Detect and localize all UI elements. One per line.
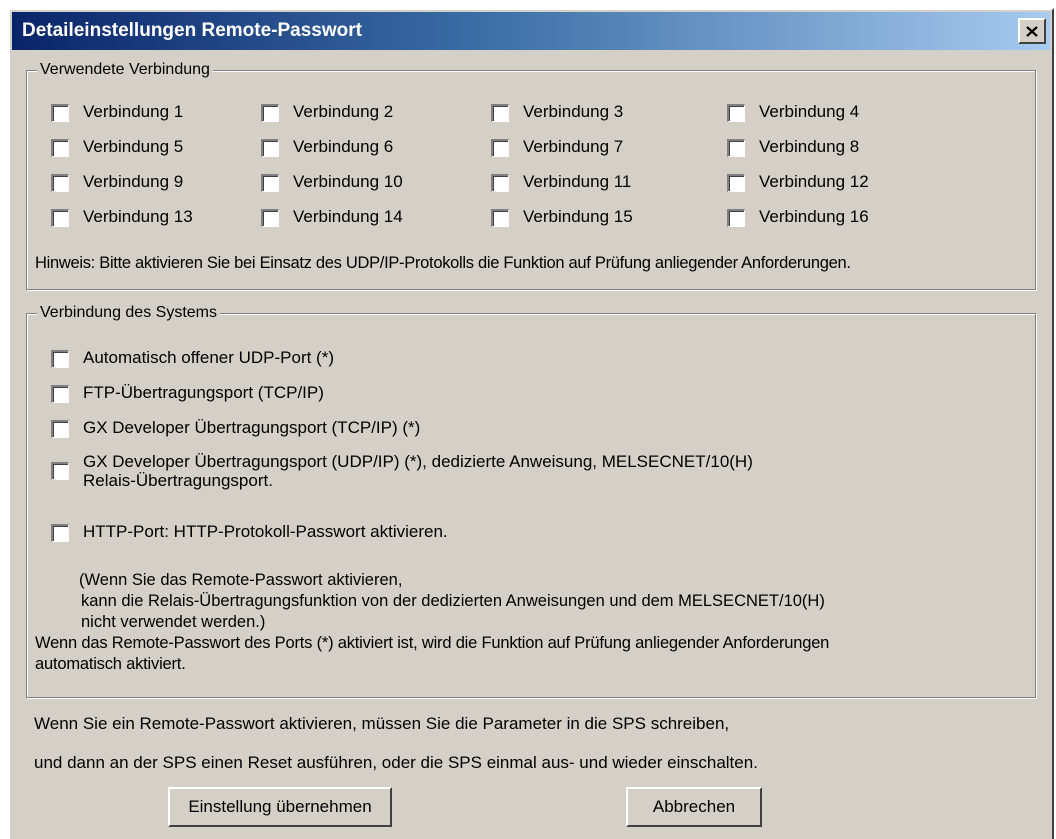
checkbox-verbindung-11[interactable]: Verbindung 11	[491, 171, 631, 193]
checkbox-label: GX Developer Übertragungsport (TCP/IP) (…	[83, 418, 421, 437]
relay-note-line: kann die Relais-Übertragungsfunktion von…	[81, 592, 825, 610]
checkbox-ftp-port[interactable]: FTP-Übertragungsport (TCP/IP)	[51, 382, 324, 404]
auto-activation-note-line: Wenn das Remote-Passwort des Ports (*) a…	[35, 634, 830, 652]
checkbox-label: Verbindung 10	[293, 172, 403, 191]
checkbox-box[interactable]	[491, 104, 509, 122]
checkbox-udp-port[interactable]: Automatisch offener UDP-Port (*)	[51, 347, 334, 369]
system-group-legend: Verbindung des Systems	[37, 302, 220, 324]
checkbox-box[interactable]	[51, 350, 69, 368]
checkbox-verbindung-16[interactable]: Verbindung 16	[727, 206, 869, 228]
checkbox-label: Verbindung 4	[759, 102, 860, 121]
checkbox-label: Verbindung 15	[523, 207, 633, 226]
checkbox-label: Verbindung 16	[759, 207, 869, 226]
checkbox-label: Verbindung 8	[759, 137, 860, 156]
checkbox-box[interactable]	[727, 174, 745, 192]
checkbox-label: Verbindung 2	[293, 102, 394, 121]
checkbox-verbindung-12[interactable]: Verbindung 12	[727, 171, 869, 193]
checkbox-label-line-2: Relais-Übertragungsport.	[83, 471, 273, 490]
close-icon	[1026, 25, 1038, 37]
checkbox-verbindung-15[interactable]: Verbindung 15	[491, 206, 633, 228]
checkbox-verbindung-8[interactable]: Verbindung 8	[727, 136, 859, 158]
auto-activation-note-line: automatisch aktiviert.	[35, 655, 186, 673]
checkbox-box[interactable]	[727, 104, 745, 122]
checkbox-verbindung-6[interactable]: Verbindung 6	[261, 136, 393, 158]
checkbox-label: FTP-Übertragungsport (TCP/IP)	[83, 383, 324, 402]
checkbox-http-port[interactable]: HTTP-Port: HTTP-Protokoll-Passwort aktiv…	[51, 521, 448, 543]
checkbox-label: GX Developer Übertragungsport (UDP/IP) (…	[83, 452, 753, 490]
dialog-window: Detaileinstellungen Remote-Passwort Verw…	[8, 8, 1054, 839]
checkbox-verbindung-2[interactable]: Verbindung 2	[261, 101, 393, 123]
relay-note-line: (Wenn Sie das Remote-Passwort aktivieren…	[79, 571, 403, 589]
checkbox-label: Verbindung 11	[523, 172, 632, 191]
checkbox-box[interactable]	[51, 462, 69, 480]
footer-line-2: und dann an der SPS einen Reset ausführe…	[34, 753, 758, 772]
checkbox-verbindung-4[interactable]: Verbindung 4	[727, 101, 859, 123]
auto-activation-note: Wenn das Remote-Passwort des Ports (*) a…	[35, 633, 829, 675]
checkbox-box[interactable]	[51, 420, 69, 438]
relay-note-line: nicht verwendet werden.)	[81, 613, 266, 631]
checkbox-box[interactable]	[261, 174, 279, 192]
checkbox-gx-udp-port[interactable]: GX Developer Übertragungsport (UDP/IP) (…	[51, 452, 753, 490]
window-title: Detaileinstellungen Remote-Passwort	[22, 20, 362, 41]
checkbox-gx-tcp-port[interactable]: GX Developer Übertragungsport (TCP/IP) (…	[51, 417, 420, 439]
checkbox-box[interactable]	[51, 139, 69, 157]
checkbox-verbindung-10[interactable]: Verbindung 10	[261, 171, 403, 193]
checkbox-label: Verbindung 14	[293, 207, 403, 226]
checkbox-verbindung-1[interactable]: Verbindung 1	[51, 101, 183, 123]
connections-note: Hinweis: Bitte aktivieren Sie bei Einsat…	[35, 254, 851, 272]
checkbox-box[interactable]	[51, 209, 69, 227]
checkbox-box[interactable]	[727, 209, 745, 227]
checkbox-box[interactable]	[51, 104, 69, 122]
checkbox-label-line-1: GX Developer Übertragungsport (UDP/IP) (…	[83, 452, 753, 471]
checkbox-box[interactable]	[51, 174, 69, 192]
checkbox-box[interactable]	[491, 209, 509, 227]
checkbox-box[interactable]	[261, 209, 279, 227]
checkbox-box[interactable]	[261, 104, 279, 122]
checkbox-box[interactable]	[51, 385, 69, 403]
checkbox-label: HTTP-Port: HTTP-Protokoll-Passwort aktiv…	[83, 522, 448, 541]
checkbox-label: Verbindung 12	[759, 172, 869, 191]
close-button[interactable]	[1018, 18, 1046, 44]
title-bar[interactable]: Detaileinstellungen Remote-Passwort	[12, 12, 1050, 50]
checkbox-verbindung-13[interactable]: Verbindung 13	[51, 206, 193, 228]
checkbox-verbindung-5[interactable]: Verbindung 5	[51, 136, 183, 158]
apply-settings-button[interactable]: Einstellung übernehmen	[168, 787, 392, 827]
connections-group-legend: Verwendete Verbindung	[37, 59, 213, 81]
checkbox-label: Verbindung 6	[293, 137, 394, 156]
footer-line-1: Wenn Sie ein Remote-Passwort aktivieren,…	[34, 714, 730, 733]
checkbox-box[interactable]	[727, 139, 745, 157]
checkbox-box[interactable]	[51, 524, 69, 542]
checkbox-verbindung-14[interactable]: Verbindung 14	[261, 206, 403, 228]
checkbox-verbindung-9[interactable]: Verbindung 9	[51, 171, 183, 193]
connections-group: Verwendete Verbindung Verbindung 1 Verbi…	[26, 59, 1036, 290]
relay-note: (Wenn Sie das Remote-Passwort aktivieren…	[79, 570, 825, 633]
cancel-button[interactable]: Abbrechen	[626, 787, 762, 827]
checkbox-label: Verbindung 1	[83, 102, 184, 121]
checkbox-box[interactable]	[491, 139, 509, 157]
checkbox-label: Verbindung 5	[83, 137, 184, 156]
checkbox-label: Verbindung 9	[83, 172, 184, 191]
checkbox-label: Verbindung 3	[523, 102, 624, 121]
system-group: Verbindung des Systems Automatisch offen…	[26, 302, 1036, 698]
checkbox-verbindung-3[interactable]: Verbindung 3	[491, 101, 623, 123]
checkbox-box[interactable]	[261, 139, 279, 157]
checkbox-label: Verbindung 13	[83, 207, 193, 226]
checkbox-box[interactable]	[491, 174, 509, 192]
checkbox-verbindung-7[interactable]: Verbindung 7	[491, 136, 623, 158]
checkbox-label: Automatisch offener UDP-Port (*)	[83, 348, 334, 367]
checkbox-label: Verbindung 7	[523, 137, 624, 156]
